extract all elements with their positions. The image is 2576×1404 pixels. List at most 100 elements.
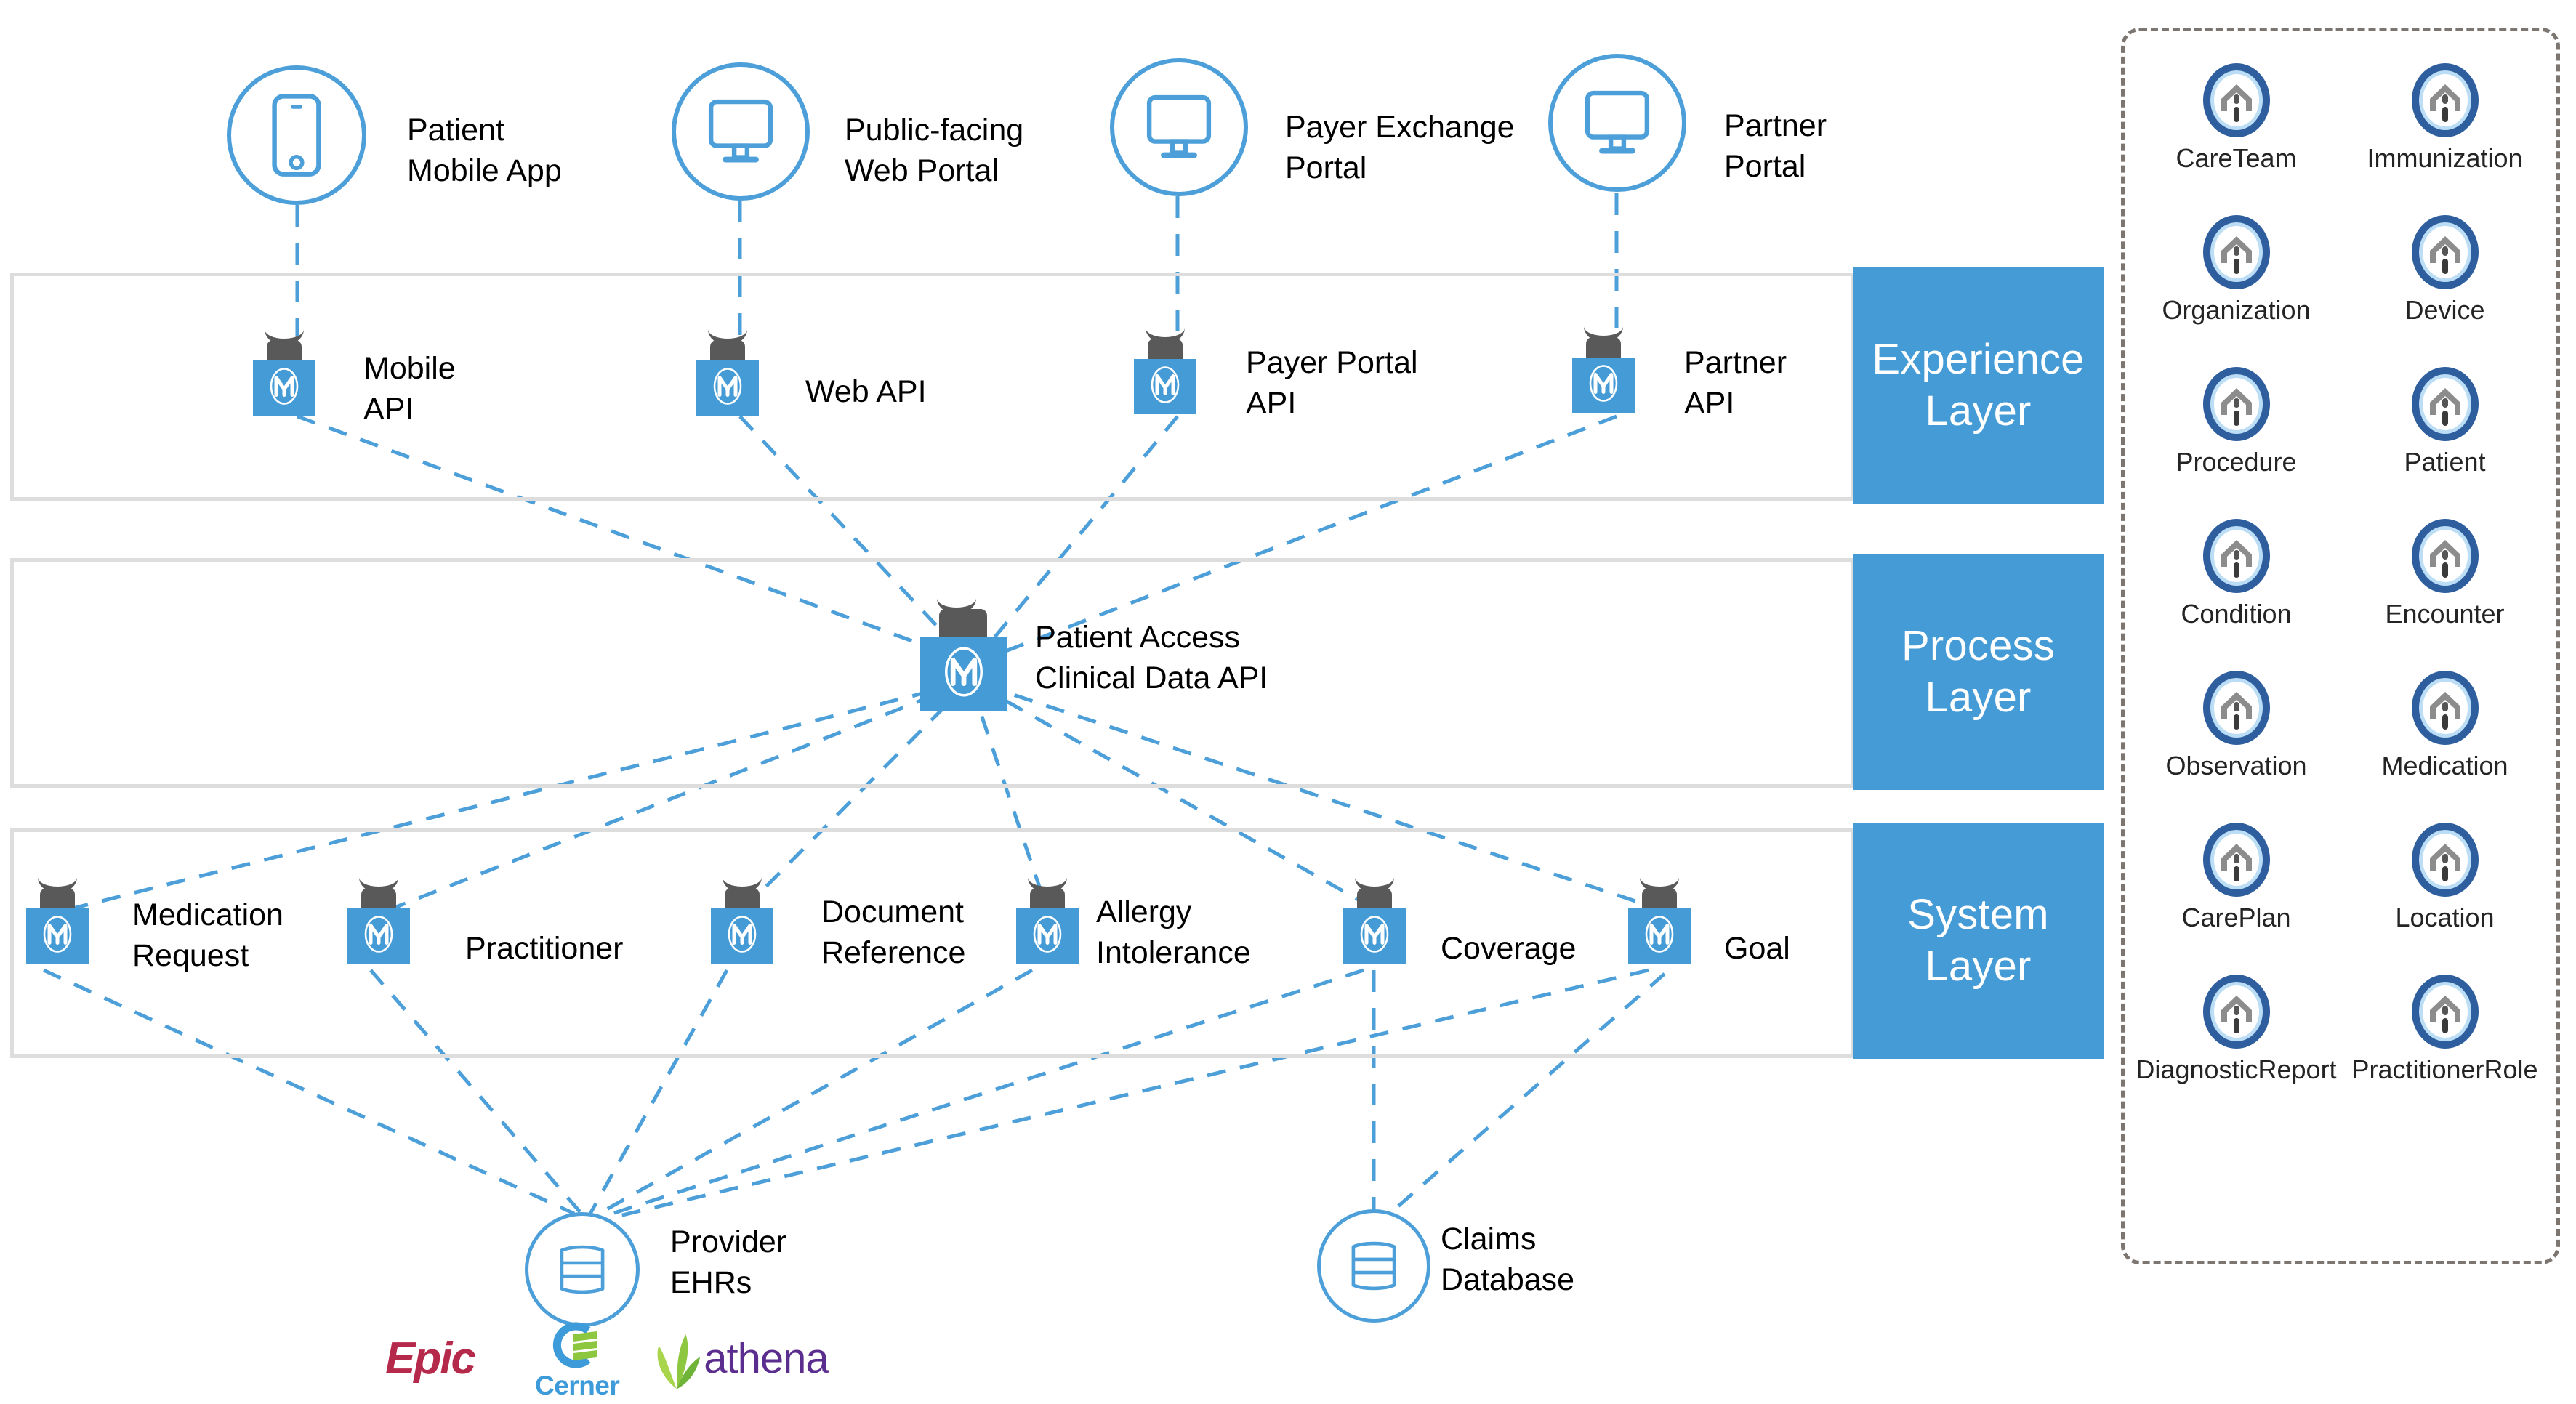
fhir-resources-panel: CareTeam Immunization Organization Devic… [2121,28,2560,1264]
api-node-allergy-intolerance[interactable] [1016,887,1079,964]
desktop-monitor-icon [1548,54,1686,192]
fhir-resource-icon [2409,60,2482,140]
fhir-resource-label: DiagnosticReport [2136,1054,2337,1084]
api-node-payer-portal-api[interactable] [1134,337,1196,414]
datastore-label-claims-database: Claims Database [1441,1222,1575,1297]
fhir-resource-patient[interactable]: Patient [2340,364,2549,475]
api-node-document-reference[interactable] [711,887,773,964]
fhir-resource-icon [2409,516,2482,596]
api-label-goal: Goal [1724,931,1790,966]
mobile-phone-icon [227,65,366,205]
api-node-coverage[interactable] [1343,887,1406,964]
api-node-partner-api[interactable] [1572,336,1635,413]
process-layer-tag: Process Layer [1853,554,2104,790]
fhir-resource-careteam[interactable]: CareTeam [2132,60,2340,172]
cerner-logo: Cerner [535,1320,620,1400]
datastore-label-provider-ehrs: Provider EHRs [670,1225,787,1300]
fhir-resource-label: Immunization [2367,143,2523,173]
fhir-resource-label: CarePlan [2181,903,2291,932]
fhir-resource-label: Patient [2404,447,2486,477]
fhir-resource-icon [2409,668,2482,748]
mulesoft-hood-icon [937,608,987,638]
mulesoft-hood-icon [265,339,304,362]
mulesoft-logo-icon [1148,364,1182,410]
system-layer-tag: System Layer [1853,823,2104,1059]
fhir-resource-procedure[interactable]: Procedure [2132,364,2340,475]
consumer-node-partner-portal[interactable] [1548,54,1686,192]
fhir-resource-label: Observation [2165,751,2307,780]
fhir-resource-icon [2200,820,2273,900]
fhir-resource-label: Condition [2181,599,2292,629]
mulesoft-logo-icon [1358,913,1391,959]
consumer-label-patient-mobile-app: Patient Mobile App [407,113,562,188]
api-node-goal[interactable] [1628,887,1691,964]
fhir-resource-icon [2200,516,2273,596]
api-node-patient-access-clinical-data-api[interactable] [920,608,1007,711]
fhir-resource-practitionerrole[interactable]: PractitionerRole [2340,972,2549,1083]
fhir-resource-location[interactable]: Location [2340,820,2549,931]
desktop-monitor-icon [1110,58,1248,196]
fhir-resource-encounter[interactable]: Encounter [2340,516,2549,627]
api-node-mobile-api[interactable] [253,339,315,416]
consumer-node-public-facing-web-portal[interactable] [672,62,810,201]
mulesoft-hood-icon [359,887,398,910]
experience-layer-tag: Experience Layer [1853,267,2104,504]
fhir-resource-icon [2409,212,2482,292]
mulesoft-logo-icon [41,913,74,959]
fhir-resource-organization[interactable]: Organization [2132,212,2340,323]
api-node-practitioner[interactable] [347,887,410,964]
fhir-resource-label: Organization [2162,295,2311,325]
mulesoft-hood-icon [1584,336,1623,359]
consumer-label-public-facing-web-portal: Public-facing Web Portal [845,113,1024,188]
fhir-resources-grid: CareTeam Immunization Organization Devic… [2125,31,2556,1261]
mulesoft-hood-icon [1640,887,1679,910]
api-label-practitioner: Practitioner [465,931,624,966]
fhir-resource-label: Procedure [2175,447,2297,477]
datastore-node-provider-ehrs[interactable] [525,1212,640,1327]
mulesoft-logo-icon [1587,363,1620,408]
fhir-resource-condition[interactable]: Condition [2132,516,2340,627]
mulesoft-hood-icon [708,339,747,362]
fhir-resource-icon [2200,212,2273,292]
mulesoft-logo-icon [941,644,986,704]
datastore-node-claims-database[interactable] [1317,1209,1430,1323]
consumer-label-payer-exchange-portal: Payer Exchange Portal [1285,110,1515,185]
ehr-vendor-logos: Epic Cerner athena [385,1322,829,1399]
fhir-resource-medication[interactable]: Medication [2340,668,2549,779]
api-node-web-api[interactable] [696,339,759,416]
consumer-node-payer-exchange-portal[interactable] [1110,58,1248,196]
mulesoft-hood-icon [38,887,77,910]
fhir-resource-icon [2200,364,2273,444]
mulesoft-logo-icon [362,913,395,959]
epic-logo: Epic [385,1336,516,1381]
fhir-resource-icon [2409,972,2482,1052]
mulesoft-hood-icon [1146,337,1185,360]
api-label-mobile-api: Mobile API [363,351,456,427]
mulesoft-hood-icon [723,887,762,910]
api-label-allergy-intolerance: Allergy Intolerance [1096,895,1251,970]
fhir-resource-careplan[interactable]: CarePlan [2132,820,2340,931]
fhir-resource-icon [2200,668,2273,748]
api-node-medication-request[interactable] [26,887,89,964]
fhir-resource-icon [2409,364,2482,444]
athenahealth-logo: athena [647,1328,829,1390]
fhir-resource-icon [2200,972,2273,1052]
fhir-resource-immunization[interactable]: Immunization [2340,60,2549,172]
epic-wordmark: Epic [385,1334,476,1384]
api-label-partner-api: Partner API [1684,345,1787,421]
fhir-resource-diagnosticreport[interactable]: DiagnosticReport [2132,972,2340,1083]
mulesoft-logo-icon [267,366,301,411]
fhir-resource-label: Encounter [2385,599,2505,629]
cerner-wordmark: Cerner [535,1370,620,1400]
database-cylinder-icon [525,1212,640,1327]
fhir-resource-device[interactable]: Device [2340,212,2549,323]
fhir-resource-observation[interactable]: Observation [2132,668,2340,779]
api-label-patient-access-clinical-data-api: Patient Access Clinical Data API [1035,620,1268,695]
api-label-payer-portal-api: Payer Portal API [1246,345,1418,421]
fhir-resource-label: Medication [2381,751,2508,780]
fhir-resource-label: Location [2395,903,2495,932]
mulesoft-logo-icon [711,366,744,411]
database-cylinder-icon [1317,1209,1430,1323]
athena-wordmark: athena [704,1335,829,1382]
consumer-node-patient-mobile-app[interactable] [227,65,366,205]
